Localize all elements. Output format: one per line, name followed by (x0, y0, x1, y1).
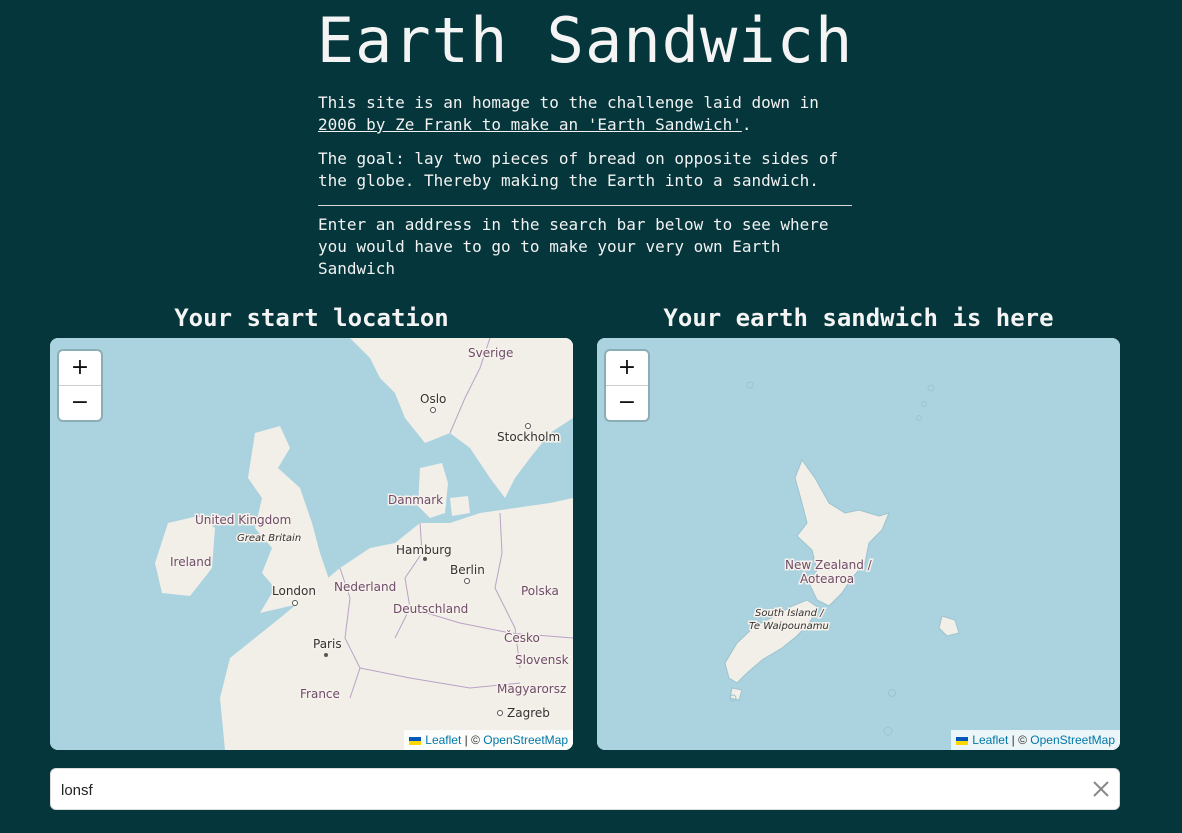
dest-map-tiles[interactable]: New Zealand / Aotearoa South Island / Te… (597, 338, 1120, 750)
label-hamburg: Hamburg (396, 543, 452, 557)
label-paris: Paris (313, 637, 342, 651)
dest-map[interactable]: New Zealand / Aotearoa South Island / Te… (597, 338, 1120, 750)
start-leaflet-link[interactable]: Leaflet (425, 733, 461, 747)
label-nederland: Nederland (334, 580, 396, 594)
ukraine-flag-icon (409, 737, 422, 745)
start-zoom-in-button[interactable]: + (59, 351, 101, 385)
label-zagreb: Zagreb (507, 706, 550, 720)
dest-map-heading: Your earth sandwich is here (663, 304, 1054, 332)
label-sverige: Sverige (468, 346, 513, 360)
label-cesko: Česko (504, 630, 540, 645)
label-france: France (300, 687, 340, 701)
dest-zoom-control: + − (606, 351, 648, 420)
label-nz-line2: Aotearoa (800, 572, 854, 586)
label-slovensko: Slovensk (515, 653, 569, 667)
start-map-heading: Your start location (174, 304, 449, 332)
start-zoom-out-button[interactable]: − (59, 385, 101, 420)
intro-paragraph-2: The goal: lay two pieces of bread on opp… (318, 149, 839, 190)
page-title: Earth Sandwich (316, 4, 854, 77)
search-bar (50, 768, 1120, 811)
dest-osm-link[interactable]: OpenStreetMap (1030, 733, 1115, 747)
label-ireland: Ireland (170, 555, 212, 569)
label-danmark: Danmark (388, 493, 443, 507)
start-attribution: Leaflet | © OpenStreetMap (404, 730, 573, 750)
start-map-tiles[interactable]: Sverige Oslo Stockholm Danmark United Ki… (50, 338, 573, 750)
clear-icon[interactable] (1091, 779, 1111, 799)
start-attribution-separator: | © (461, 733, 484, 747)
label-si-line1: South Island / (755, 608, 825, 619)
dest-leaflet-link[interactable]: Leaflet (972, 733, 1008, 747)
label-deutschland: Deutschland (393, 602, 468, 616)
dest-zoom-out-button[interactable]: − (606, 385, 648, 420)
label-great-britain: Great Britain (237, 533, 301, 544)
label-oslo: Oslo (420, 392, 446, 406)
start-zoom-control: + − (59, 351, 101, 420)
start-map[interactable]: Sverige Oslo Stockholm Danmark United Ki… (50, 338, 573, 750)
dest-attribution-separator: | © (1008, 733, 1031, 747)
dest-zoom-in-button[interactable]: + (606, 351, 648, 385)
label-london: London (272, 584, 316, 598)
intro-text-1: This site is an homage to the challenge … (318, 93, 819, 112)
address-search-input[interactable] (59, 769, 1073, 811)
label-united-kingdom: United Kingdom (195, 513, 291, 527)
dest-attribution: Leaflet | © OpenStreetMap (951, 730, 1120, 750)
divider (318, 205, 852, 206)
label-magyarorszag: Magyarorsz (497, 682, 566, 696)
label-berlin: Berlin (450, 563, 485, 577)
ze-frank-link[interactable]: 2006 by Ze Frank to make an 'Earth Sandw… (318, 115, 742, 134)
label-nz-line1: New Zealand / (785, 558, 873, 572)
label-si-line2: Te Waipounamu (749, 621, 829, 632)
intro-paragraph-1: This site is an homage to the challenge … (318, 92, 858, 136)
label-stockholm: Stockholm (497, 430, 560, 444)
intro-text-1-end: . (741, 115, 752, 134)
ukraine-flag-icon (956, 737, 969, 745)
intro-paragraph-3: Enter an address in the search bar below… (318, 215, 829, 278)
start-osm-link[interactable]: OpenStreetMap (483, 733, 568, 747)
label-polska: Polska (521, 584, 559, 598)
